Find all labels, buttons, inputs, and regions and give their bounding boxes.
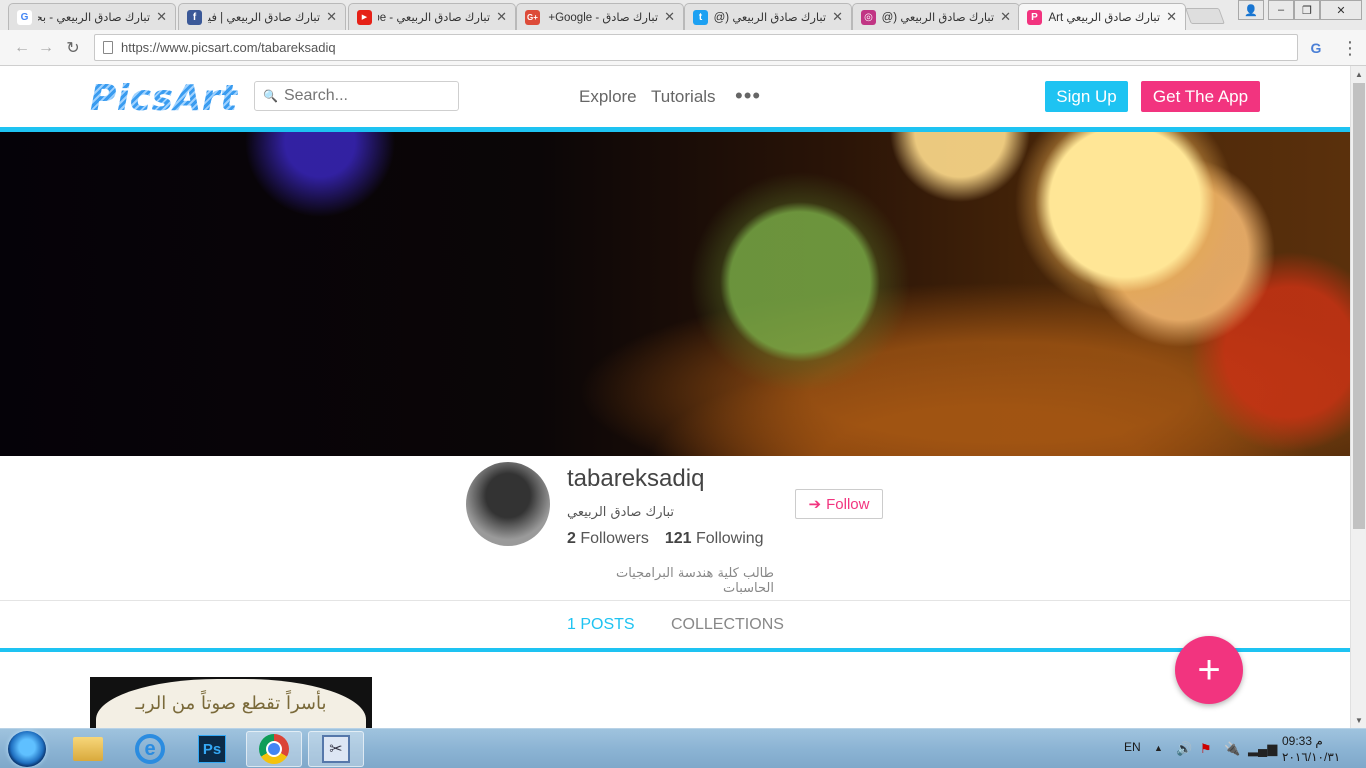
tab-title: تبارك صادق الربيعي | فيسـ xyxy=(208,12,321,24)
google-plus-icon: G+ xyxy=(525,9,540,25)
nav-explore[interactable]: Explore xyxy=(579,87,637,107)
tab-close-icon[interactable]: ✕ xyxy=(156,9,167,25)
facebook-icon: f xyxy=(187,9,202,25)
menu-icon[interactable]: ⋮ xyxy=(1340,38,1360,58)
search-icon: 🔍 xyxy=(263,89,278,103)
profile-display-name: تبارك صادق الربيعي xyxy=(567,505,675,520)
arrow-right-icon: ➔ xyxy=(808,496,822,513)
picsart-logo[interactable]: PicsArt xyxy=(90,78,238,119)
scroll-up-arrow-icon[interactable]: ▲ xyxy=(1351,66,1366,82)
back-arrow-icon[interactable]: ← xyxy=(12,38,32,58)
url-text: https://www.picsart.com/tabareksadiq xyxy=(121,40,336,55)
browser-tab-picsart[interactable]: P تبارك صادق الربيعي sArt ✕ xyxy=(1018,3,1186,30)
site-header: PicsArt 🔍 Explore Tutorials ••• Sign Up … xyxy=(0,66,1350,127)
picsart-icon: P xyxy=(1027,9,1042,25)
following-link[interactable]: 121 Following xyxy=(665,530,764,548)
clock-time[interactable]: 09:33 م xyxy=(1282,734,1323,748)
tab-title: تبارك صادق الربيعي sArt xyxy=(1048,12,1161,24)
tab-close-icon[interactable]: ✕ xyxy=(326,9,337,25)
instagram-icon: ◎ xyxy=(861,9,876,25)
taskbar-chrome[interactable] xyxy=(246,731,302,767)
profile-cover-image xyxy=(0,132,1350,456)
browser-tab-instagram[interactable]: ◎ تبارك صادق الربيعي (@ ✕ xyxy=(852,3,1020,30)
follow-button[interactable]: ➔ Follow xyxy=(795,489,883,519)
followers-link[interactable]: 2 Followers xyxy=(567,530,649,548)
taskbar-snipping-tool[interactable]: ✂ xyxy=(308,731,364,767)
restore-button[interactable]: ❐ xyxy=(1294,0,1320,20)
tabs-underline xyxy=(0,648,1350,652)
browser-tabstrip: G تبارك صادق الربيعي - بحـ ✕ f تبارك صاد… xyxy=(0,0,1366,30)
internet-explorer-icon: e xyxy=(135,734,165,764)
tab-close-icon[interactable]: ✕ xyxy=(832,9,843,25)
page-scrollbar[interactable]: ▲ ▼ xyxy=(1350,66,1366,728)
photoshop-icon: Ps xyxy=(198,735,226,763)
snipping-tool-icon: ✂ xyxy=(322,735,350,763)
browser-tab-google[interactable]: G تبارك صادق الربيعي - بحـ ✕ xyxy=(8,3,176,30)
tab-close-icon[interactable]: ✕ xyxy=(496,9,507,25)
reload-icon[interactable]: ↻ xyxy=(63,38,83,58)
power-icon[interactable]: 🔌 xyxy=(1224,741,1240,757)
sign-up-button[interactable]: Sign Up xyxy=(1045,81,1128,112)
search-input[interactable] xyxy=(283,87,454,105)
profile-bio: طالب كلية هندسة البرامجيات الحاسبات xyxy=(615,566,774,596)
folder-icon xyxy=(73,737,103,761)
address-bar[interactable]: https://www.picsart.com/tabareksadiq xyxy=(94,34,1298,61)
post-thumbnail[interactable]: بأسراً تقطع صوتاً من الربـ xyxy=(90,677,372,728)
nav-tutorials[interactable]: Tutorials xyxy=(651,87,716,107)
browser-toolbar: ← → ↻ https://www.picsart.com/tabareksad… xyxy=(0,30,1366,66)
tab-close-icon[interactable]: ✕ xyxy=(1000,9,1011,25)
youtube-icon: ▶ xyxy=(357,9,372,25)
get-the-app-button[interactable]: Get The App xyxy=(1141,81,1260,112)
tab-title: تبارك صادق الربيعي - be xyxy=(378,12,491,24)
scroll-down-arrow-icon[interactable]: ▼ xyxy=(1351,712,1366,728)
post-image-text: بأسراً تقطع صوتاً من الربـ xyxy=(135,693,327,714)
close-window-button[interactable]: ✕ xyxy=(1320,0,1362,20)
tab-title: تبارك صادق الربيعي (@ xyxy=(882,12,995,24)
chrome-icon xyxy=(259,734,289,764)
user-icon[interactable]: 👤 xyxy=(1238,0,1264,20)
tab-title: تبارك صادق الربيعي (@ xyxy=(714,12,827,24)
taskbar-explorer[interactable] xyxy=(60,731,116,767)
new-tab-button[interactable] xyxy=(1185,8,1225,24)
followers-label: Followers xyxy=(580,530,649,547)
network-signal-icon[interactable]: ▂▄▆ xyxy=(1248,741,1277,757)
followers-count: 2 xyxy=(567,530,576,547)
profile-username: tabareksadiq xyxy=(567,465,705,492)
google-icon: G xyxy=(17,9,32,25)
language-indicator[interactable]: EN xyxy=(1124,740,1141,754)
profile-stats: 2 Followers 121 Following xyxy=(567,530,764,548)
scroll-thumb[interactable] xyxy=(1353,83,1365,529)
browser-tab-facebook[interactable]: f تبارك صادق الربيعي | فيسـ ✕ xyxy=(178,3,346,30)
browser-tab-youtube[interactable]: ▶ تبارك صادق الربيعي - be ✕ xyxy=(348,3,516,30)
tab-close-icon[interactable]: ✕ xyxy=(664,9,675,25)
tab-title: تبارك صادق الربيعي - بحـ xyxy=(38,12,151,24)
browser-tab-google-plus[interactable]: G+ تبارك صادق - Google+ ✕ xyxy=(516,3,684,30)
taskbar-photoshop[interactable]: Ps xyxy=(184,731,240,767)
clock-date[interactable]: ٢٠١٦/١٠/٣١ xyxy=(1282,750,1340,764)
translate-icon[interactable]: G xyxy=(1306,38,1326,58)
action-center-icon[interactable]: ⚑ xyxy=(1200,741,1212,757)
tab-posts[interactable]: 1 POSTS xyxy=(567,616,635,634)
search-box[interactable]: 🔍 xyxy=(254,81,459,111)
tab-close-icon[interactable]: ✕ xyxy=(1166,9,1177,25)
page-icon xyxy=(103,41,113,54)
follow-label: Follow xyxy=(826,495,870,513)
browser-tab-twitter[interactable]: t تبارك صادق الربيعي (@ ✕ xyxy=(684,3,852,30)
show-hidden-icons-icon[interactable]: ▲ xyxy=(1154,743,1163,753)
following-count: 121 xyxy=(664,530,692,547)
following-label: Following xyxy=(695,530,764,547)
taskbar-internet-explorer[interactable]: e xyxy=(122,731,178,767)
tab-collections[interactable]: COLLECTIONS xyxy=(671,616,784,634)
minimize-button[interactable]: – xyxy=(1268,0,1294,20)
avatar[interactable] xyxy=(466,462,550,546)
start-button[interactable] xyxy=(8,731,46,767)
windows-taskbar: e Ps ✂ EN ▲ 🔊 ⚑ 🔌 ▂▄▆ 09:33 م ٢٠١٦/١٠/٣١ xyxy=(0,728,1366,768)
add-post-button[interactable]: + xyxy=(1175,636,1243,704)
tabs-divider xyxy=(0,600,1350,601)
tab-title: تبارك صادق - Google+ xyxy=(548,12,659,24)
twitter-icon: t xyxy=(693,9,708,25)
volume-icon[interactable]: 🔊 xyxy=(1176,741,1192,757)
forward-arrow-icon[interactable]: → xyxy=(36,38,56,58)
more-menu-icon[interactable]: ••• xyxy=(735,83,761,109)
